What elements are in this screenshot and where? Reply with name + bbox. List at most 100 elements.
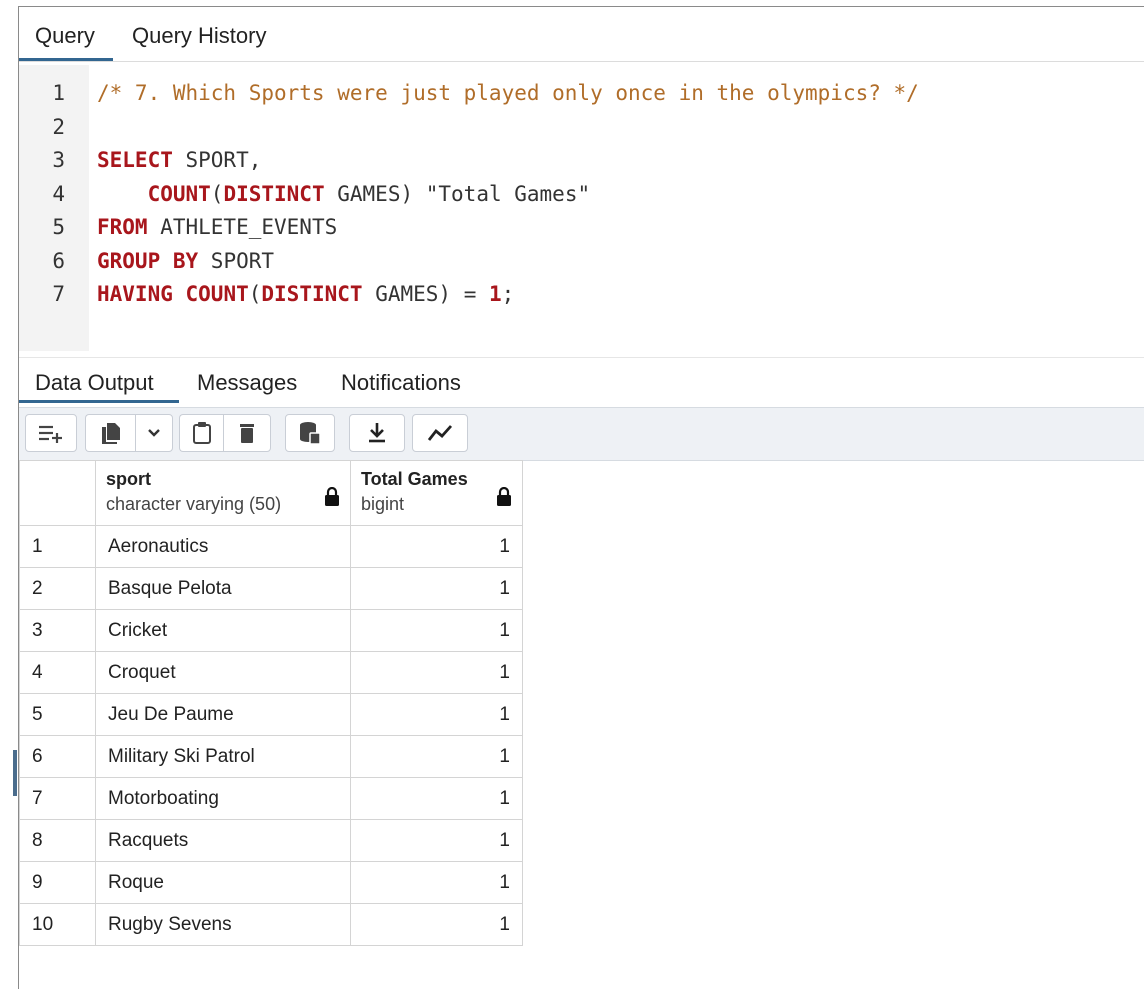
table-row[interactable]: 9 Roque 1: [19, 861, 523, 904]
tab-query-history[interactable]: Query History: [132, 23, 266, 49]
copy-options-dropdown[interactable]: [135, 414, 173, 452]
row-number-cell[interactable]: 8: [19, 819, 96, 862]
save-data-button[interactable]: [285, 414, 335, 452]
code-line[interactable]: 4 COUNT(DISTINCT GAMES) "Total Games": [19, 178, 1144, 211]
grid-header-row: sport character varying (50) Total Games…: [19, 460, 523, 526]
sport-cell[interactable]: Motorboating: [95, 777, 351, 820]
row-number-cell[interactable]: 3: [19, 609, 96, 652]
code-text: /* 7. Which Sports were just played only…: [97, 77, 919, 110]
lock-icon: [324, 486, 340, 512]
sport-cell[interactable]: Croquet: [95, 651, 351, 694]
sql-text: (: [248, 282, 262, 306]
sport-cell[interactable]: Rugby Sevens: [95, 903, 351, 946]
row-number-cell[interactable]: 7: [19, 777, 96, 820]
row-number-cell[interactable]: 1: [19, 525, 96, 568]
sql-keyword: GROUP BY: [97, 248, 199, 273]
code-line[interactable]: 7 HAVING COUNT(DISTINCT GAMES) = 1;: [19, 278, 1144, 311]
line-number: 5: [52, 215, 65, 239]
sql-text: GAMES) "Total Games": [324, 181, 591, 206]
column-header-total-games[interactable]: Total Games bigint: [350, 460, 523, 526]
tab-data-output[interactable]: Data Output: [35, 370, 154, 396]
tab-notifications[interactable]: Notifications: [341, 370, 461, 396]
table-row[interactable]: 1 Aeronautics 1: [19, 525, 523, 568]
query-tabs: Query Query History: [19, 7, 1144, 63]
code-line[interactable]: 2: [19, 111, 1144, 144]
table-row[interactable]: 6 Military Ski Patrol 1: [19, 735, 523, 778]
table-row[interactable]: 10 Rugby Sevens 1: [19, 903, 523, 946]
table-row[interactable]: 5 Jeu De Paume 1: [19, 693, 523, 736]
row-number-cell[interactable]: 6: [19, 735, 96, 778]
line-number: 2: [52, 114, 65, 139]
sql-keyword: DISTINCT: [223, 181, 325, 206]
sql-keyword: COUNT: [147, 181, 211, 206]
table-row[interactable]: 4 Croquet 1: [19, 651, 523, 694]
total-games-cell[interactable]: 1: [350, 567, 523, 610]
code-text: GROUP BY SPORT: [97, 245, 274, 278]
add-row-icon: [38, 423, 64, 443]
sql-keyword: COUNT: [185, 282, 249, 306]
table-row[interactable]: 8 Racquets 1: [19, 819, 523, 862]
sport-cell[interactable]: Jeu De Paume: [95, 693, 351, 736]
tab-messages[interactable]: Messages: [197, 370, 297, 396]
line-number: 4: [52, 181, 65, 206]
total-games-cell[interactable]: 1: [350, 819, 523, 862]
sql-text: (: [210, 181, 224, 206]
column-header-sport[interactable]: sport character varying (50): [95, 460, 351, 526]
delete-button[interactable]: [223, 414, 271, 452]
sport-cell[interactable]: Racquets: [95, 819, 351, 862]
data-output-toolbar: [19, 407, 1144, 461]
table-row[interactable]: 2 Basque Pelota 1: [19, 567, 523, 610]
total-games-cell[interactable]: 1: [350, 861, 523, 904]
row-number-cell[interactable]: 10: [19, 903, 96, 946]
column-type: character varying (50): [106, 494, 282, 514]
copy-button[interactable]: [85, 414, 135, 452]
graph-visualiser-button[interactable]: [412, 414, 468, 452]
sport-cell[interactable]: Military Ski Patrol: [95, 735, 351, 778]
code-line[interactable]: 6 GROUP BY SPORT: [19, 245, 1144, 278]
lock-icon: [496, 486, 512, 512]
row-number-cell[interactable]: 4: [19, 651, 96, 694]
graph-icon: [427, 424, 453, 442]
paste-button[interactable]: [179, 414, 223, 452]
row-number-cell[interactable]: 5: [19, 693, 96, 736]
total-games-cell[interactable]: 1: [350, 903, 523, 946]
total-games-cell[interactable]: 1: [350, 525, 523, 568]
line-number: 3: [52, 148, 65, 172]
sport-cell[interactable]: Aeronautics: [95, 525, 351, 568]
delete-icon: [239, 422, 255, 444]
sql-keyword: SELECT: [97, 148, 173, 172]
total-games-cell[interactable]: 1: [350, 777, 523, 820]
code-text: FROM ATHLETE_EVENTS: [97, 211, 337, 244]
sport-cell[interactable]: Basque Pelota: [95, 567, 351, 610]
code-line[interactable]: 1 /* 7. Which Sports were just played onl…: [19, 77, 1144, 110]
line-number: 7: [52, 282, 65, 306]
sport-cell[interactable]: Roque: [95, 861, 351, 904]
sport-cell[interactable]: Cricket: [95, 609, 351, 652]
output-tabs: Data Output Messages Notifications: [19, 357, 1144, 404]
tab-query[interactable]: Query: [35, 23, 95, 49]
active-output-tab-indicator: [19, 400, 179, 403]
code-line[interactable]: 3 SELECT SPORT,: [19, 144, 1144, 177]
scroll-marker: [13, 750, 17, 796]
column-name: Total Games: [361, 469, 468, 489]
download-button[interactable]: [349, 414, 405, 452]
column-type: bigint: [361, 494, 405, 514]
table-row[interactable]: 3 Cricket 1: [19, 609, 523, 652]
sql-keyword: FROM: [97, 215, 148, 239]
sql-editor[interactable]: 1 /* 7. Which Sports were just played onl…: [19, 65, 1144, 351]
table-row[interactable]: 7 Motorboating 1: [19, 777, 523, 820]
sql-keyword: DISTINCT: [261, 282, 363, 306]
row-number-cell[interactable]: 2: [19, 567, 96, 610]
sql-keyword: HAVING: [97, 282, 173, 306]
total-games-cell[interactable]: 1: [350, 609, 523, 652]
code-line[interactable]: 5 FROM ATHLETE_EVENTS: [19, 211, 1144, 244]
sql-text: GAMES) =: [362, 282, 489, 306]
total-games-cell[interactable]: 1: [350, 735, 523, 778]
total-games-cell[interactable]: 1: [350, 651, 523, 694]
row-number-cell[interactable]: 9: [19, 861, 96, 904]
total-games-cell[interactable]: 1: [350, 693, 523, 736]
chevron-down-icon: [147, 428, 161, 438]
add-row-button[interactable]: [25, 414, 77, 452]
